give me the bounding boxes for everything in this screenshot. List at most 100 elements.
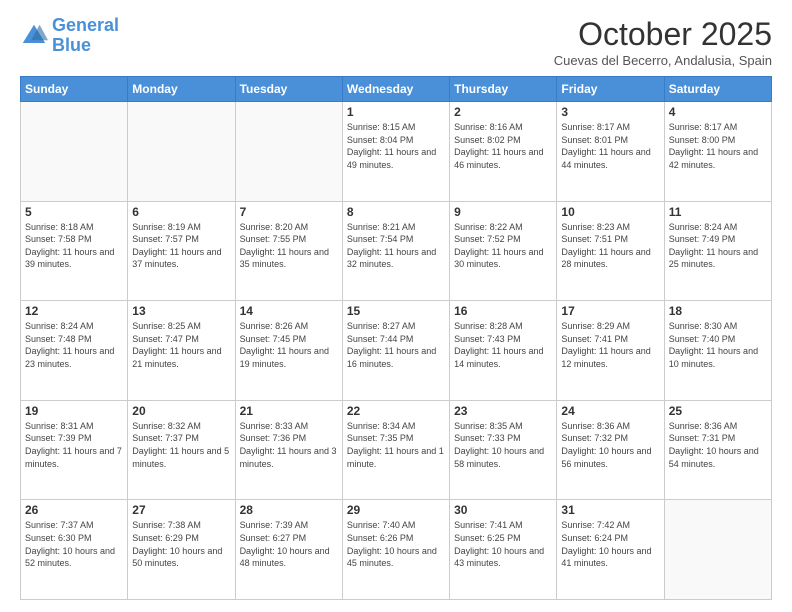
location: Cuevas del Becerro, Andalusia, Spain [554, 53, 772, 68]
day-number: 21 [240, 404, 338, 418]
day-info: Sunrise: 8:32 AMSunset: 7:37 PMDaylight:… [132, 420, 230, 470]
day-info: Sunrise: 8:24 AMSunset: 7:49 PMDaylight:… [669, 221, 767, 271]
day-number: 2 [454, 105, 552, 119]
week-row-2: 5 Sunrise: 8:18 AMSunset: 7:58 PMDaylight… [21, 201, 772, 301]
calendar-cell: 26Sunrise: 7:37 AMSunset: 6:30 PMDayligh… [21, 500, 128, 600]
calendar-cell: 5 Sunrise: 8:18 AMSunset: 7:58 PMDaylight… [21, 201, 128, 301]
logo-line2: Blue [52, 35, 91, 55]
calendar-cell: 16Sunrise: 8:28 AMSunset: 7:43 PMDayligh… [450, 301, 557, 401]
calendar-cell: 27Sunrise: 7:38 AMSunset: 6:29 PMDayligh… [128, 500, 235, 600]
calendar-cell: 1 Sunrise: 8:15 AMSunset: 8:04 PMDaylight… [342, 102, 449, 202]
logo-line1: General [52, 15, 119, 35]
day-number: 20 [132, 404, 230, 418]
day-info: Sunrise: 8:27 AMSunset: 7:44 PMDaylight:… [347, 320, 445, 370]
calendar-cell: 13 Sunrise: 8:25 AMSunset: 7:47 PMDayligh… [128, 301, 235, 401]
weekday-header-thursday: Thursday [450, 77, 557, 102]
day-info: Sunrise: 7:38 AMSunset: 6:29 PMDaylight:… [132, 519, 230, 569]
month-title: October 2025 [554, 16, 772, 53]
week-row-1: 1 Sunrise: 8:15 AMSunset: 8:04 PMDaylight… [21, 102, 772, 202]
logo-text: General Blue [52, 16, 119, 56]
calendar-cell: 11 Sunrise: 8:24 AMSunset: 7:49 PMDayligh… [664, 201, 771, 301]
day-number: 24 [561, 404, 659, 418]
day-number: 15 [347, 304, 445, 318]
day-number: 1 [347, 105, 445, 119]
calendar-cell: 31 Sunrise: 7:42 AMSunset: 6:24 PMDayligh… [557, 500, 664, 600]
day-number: 5 [25, 205, 123, 219]
calendar-cell [21, 102, 128, 202]
day-number: 11 [669, 205, 767, 219]
calendar-cell: 28 Sunrise: 7:39 AMSunset: 6:27 PMDayligh… [235, 500, 342, 600]
day-info: Sunrise: 7:40 AMSunset: 6:26 PMDaylight:… [347, 519, 445, 569]
day-info: Sunrise: 8:35 AMSunset: 7:33 PMDaylight:… [454, 420, 552, 470]
day-info: Sunrise: 8:26 AMSunset: 7:45 PMDaylight:… [240, 320, 338, 370]
day-info: Sunrise: 7:37 AMSunset: 6:30 PMDaylight:… [25, 519, 123, 569]
day-number: 12 [25, 304, 123, 318]
calendar-cell: 24 Sunrise: 8:36 AMSunset: 7:32 PMDayligh… [557, 400, 664, 500]
day-info: Sunrise: 8:31 AMSunset: 7:39 PMDaylight:… [25, 420, 123, 470]
day-info: Sunrise: 8:34 AMSunset: 7:35 PMDaylight:… [347, 420, 445, 470]
logo-icon [20, 22, 48, 50]
day-number: 3 [561, 105, 659, 119]
day-info: Sunrise: 8:20 AMSunset: 7:55 PMDaylight:… [240, 221, 338, 271]
day-number: 22 [347, 404, 445, 418]
calendar-cell [235, 102, 342, 202]
day-info: Sunrise: 8:17 AMSunset: 8:00 PMDaylight:… [669, 121, 767, 171]
calendar-cell [128, 102, 235, 202]
day-number: 10 [561, 205, 659, 219]
calendar-cell: 18 Sunrise: 8:30 AMSunset: 7:40 PMDayligh… [664, 301, 771, 401]
day-number: 28 [240, 503, 338, 517]
day-info: Sunrise: 8:25 AMSunset: 7:47 PMDaylight:… [132, 320, 230, 370]
calendar-cell: 9Sunrise: 8:22 AMSunset: 7:52 PMDaylight… [450, 201, 557, 301]
weekday-header-sunday: Sunday [21, 77, 128, 102]
day-info: Sunrise: 8:30 AMSunset: 7:40 PMDaylight:… [669, 320, 767, 370]
day-number: 25 [669, 404, 767, 418]
day-info: Sunrise: 8:21 AMSunset: 7:54 PMDaylight:… [347, 221, 445, 271]
calendar-cell: 2 Sunrise: 8:16 AMSunset: 8:02 PMDaylight… [450, 102, 557, 202]
day-info: Sunrise: 8:24 AMSunset: 7:48 PMDaylight:… [25, 320, 123, 370]
calendar-cell: 23 Sunrise: 8:35 AMSunset: 7:33 PMDayligh… [450, 400, 557, 500]
day-number: 23 [454, 404, 552, 418]
weekday-header-row: SundayMondayTuesdayWednesdayThursdayFrid… [21, 77, 772, 102]
header: General Blue October 2025 Cuevas del Bec… [20, 16, 772, 68]
day-number: 7 [240, 205, 338, 219]
day-number: 16 [454, 304, 552, 318]
day-info: Sunrise: 8:36 AMSunset: 7:32 PMDaylight:… [561, 420, 659, 470]
day-number: 19 [25, 404, 123, 418]
calendar-cell: 20 Sunrise: 8:32 AMSunset: 7:37 PMDayligh… [128, 400, 235, 500]
day-number: 17 [561, 304, 659, 318]
day-info: Sunrise: 7:39 AMSunset: 6:27 PMDaylight:… [240, 519, 338, 569]
logo: General Blue [20, 16, 119, 56]
day-info: Sunrise: 8:18 AMSunset: 7:58 PMDaylight:… [25, 221, 123, 271]
calendar-cell: 19 Sunrise: 8:31 AMSunset: 7:39 PMDayligh… [21, 400, 128, 500]
calendar: SundayMondayTuesdayWednesdayThursdayFrid… [20, 76, 772, 600]
calendar-cell: 25 Sunrise: 8:36 AMSunset: 7:31 PMDayligh… [664, 400, 771, 500]
calendar-cell: 14Sunrise: 8:26 AMSunset: 7:45 PMDayligh… [235, 301, 342, 401]
day-number: 18 [669, 304, 767, 318]
calendar-cell: 21 Sunrise: 8:33 AMSunset: 7:36 PMDayligh… [235, 400, 342, 500]
calendar-cell: 3 Sunrise: 8:17 AMSunset: 8:01 PMDaylight… [557, 102, 664, 202]
day-number: 6 [132, 205, 230, 219]
weekday-header-saturday: Saturday [664, 77, 771, 102]
calendar-cell: 29 Sunrise: 7:40 AMSunset: 6:26 PMDayligh… [342, 500, 449, 600]
day-info: Sunrise: 7:42 AMSunset: 6:24 PMDaylight:… [561, 519, 659, 569]
calendar-cell: 8Sunrise: 8:21 AMSunset: 7:54 PMDaylight… [342, 201, 449, 301]
day-number: 29 [347, 503, 445, 517]
day-info: Sunrise: 8:17 AMSunset: 8:01 PMDaylight:… [561, 121, 659, 171]
day-info: Sunrise: 8:15 AMSunset: 8:04 PMDaylight:… [347, 121, 445, 171]
week-row-5: 26Sunrise: 7:37 AMSunset: 6:30 PMDayligh… [21, 500, 772, 600]
day-info: Sunrise: 8:33 AMSunset: 7:36 PMDaylight:… [240, 420, 338, 470]
weekday-header-tuesday: Tuesday [235, 77, 342, 102]
calendar-cell: 4 Sunrise: 8:17 AMSunset: 8:00 PMDaylight… [664, 102, 771, 202]
calendar-cell: 30Sunrise: 7:41 AMSunset: 6:25 PMDayligh… [450, 500, 557, 600]
day-number: 30 [454, 503, 552, 517]
day-number: 4 [669, 105, 767, 119]
calendar-cell: 17Sunrise: 8:29 AMSunset: 7:41 PMDayligh… [557, 301, 664, 401]
day-info: Sunrise: 8:16 AMSunset: 8:02 PMDaylight:… [454, 121, 552, 171]
day-number: 31 [561, 503, 659, 517]
day-info: Sunrise: 8:23 AMSunset: 7:51 PMDaylight:… [561, 221, 659, 271]
day-number: 13 [132, 304, 230, 318]
day-info: Sunrise: 8:36 AMSunset: 7:31 PMDaylight:… [669, 420, 767, 470]
weekday-header-friday: Friday [557, 77, 664, 102]
week-row-3: 12 Sunrise: 8:24 AMSunset: 7:48 PMDayligh… [21, 301, 772, 401]
day-number: 9 [454, 205, 552, 219]
